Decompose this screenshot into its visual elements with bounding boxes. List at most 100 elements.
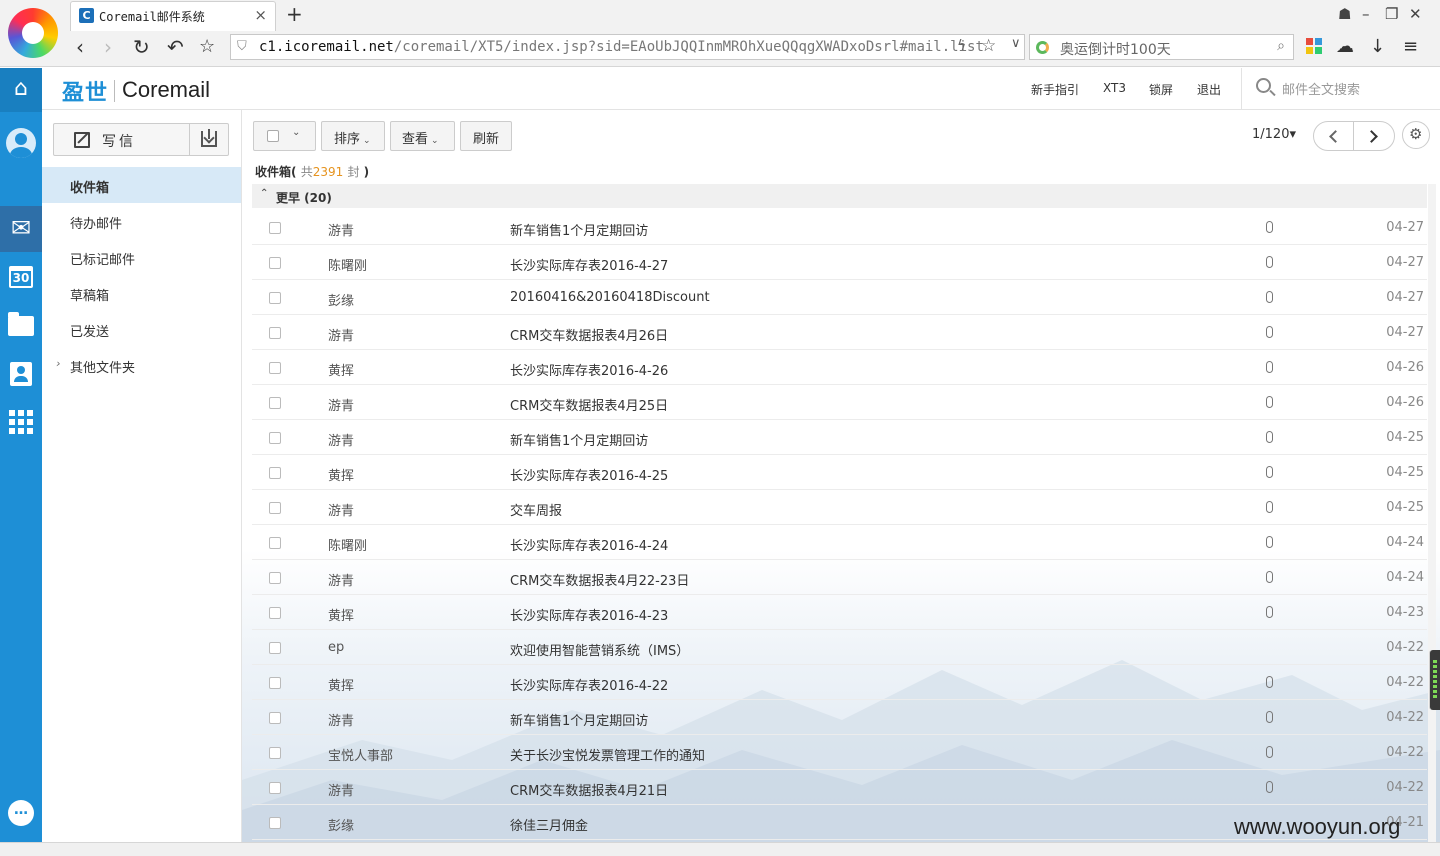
header-link-guide[interactable]: 新手指引 xyxy=(1031,81,1079,98)
volume-widget[interactable] xyxy=(1430,650,1440,710)
folder-icon[interactable] xyxy=(8,312,34,336)
next-page-button[interactable] xyxy=(1355,122,1395,150)
table-row[interactable]: 黄挥 长沙实际库存表2016-4-25 04-25 xyxy=(252,455,1427,490)
table-row[interactable]: 黄挥 长沙实际库存表2016-4-23 04-23 xyxy=(252,595,1427,630)
mail-subject[interactable]: 关于长沙宝悦发票管理工作的通知 xyxy=(510,745,705,764)
mail-subject[interactable]: 欢迎使用智能营销系统（IMS） xyxy=(510,640,689,659)
mail-subject[interactable]: 长沙实际库存表2016-4-25 xyxy=(510,465,668,484)
table-row[interactable]: ep 欢迎使用智能营销系统（IMS） 04-22 xyxy=(252,630,1427,665)
mail-subject[interactable]: CRM交车数据报表4月21日 xyxy=(510,780,668,799)
table-row[interactable]: 游青 新车销售1个月定期回访 04-25 xyxy=(252,420,1427,455)
undo-close-icon[interactable]: ↶ xyxy=(167,35,184,59)
group-header-earlier[interactable]: ⌃ 更早 (20) xyxy=(252,184,1427,208)
download-icon[interactable]: ↓ xyxy=(1370,36,1385,57)
close-window-icon[interactable]: ✕ xyxy=(1409,5,1422,23)
mail-subject[interactable]: 新车销售1个月定期回访 xyxy=(510,430,648,449)
row-checkbox[interactable] xyxy=(269,327,281,339)
rail-home[interactable]: ⌂ xyxy=(0,68,42,112)
sidebar-item-inbox[interactable]: 收件箱 xyxy=(42,167,241,203)
address-url[interactable]: c1.icoremail.net/coremail/XT5/index.jsp?… xyxy=(259,39,984,55)
refresh-button[interactable]: 刷新 xyxy=(460,121,512,151)
table-row[interactable]: 游青 CRM交车数据报表4月25日 04-26 xyxy=(252,385,1427,420)
mail-subject[interactable]: 新车销售1个月定期回访 xyxy=(510,710,648,729)
cloud-icon[interactable]: ☁ xyxy=(1336,36,1354,57)
chevron-down-icon[interactable]: ∨ xyxy=(1011,36,1021,51)
sidebar-item-sent[interactable]: 已发送 xyxy=(42,311,241,347)
sidebar-item-other-folders[interactable]: › 其他文件夹 xyxy=(42,347,241,383)
table-row[interactable]: 游青 交车周报 04-25 xyxy=(252,490,1427,525)
mail-subject[interactable]: CRM交车数据报表4月25日 xyxy=(510,395,668,414)
sidebar-item-flagged[interactable]: 已标记邮件 xyxy=(42,239,241,275)
mail-subject[interactable]: CRM交车数据报表4月26日 xyxy=(510,325,668,344)
row-checkbox[interactable] xyxy=(269,432,281,444)
search-icon[interactable] xyxy=(1256,78,1271,93)
row-checkbox[interactable] xyxy=(269,712,281,724)
reload-icon[interactable]: ↻ xyxy=(133,35,150,59)
row-checkbox[interactable] xyxy=(269,502,281,514)
mail-subject[interactable]: 长沙实际库存表2016-4-27 xyxy=(510,255,668,274)
header-link-xt3[interactable]: XT3 xyxy=(1103,81,1126,95)
list-settings-button[interactable]: ⚙ xyxy=(1402,121,1430,149)
table-row[interactable]: 游青 新车销售1个月定期回访 04-22 xyxy=(252,700,1427,735)
search-icon[interactable]: ⌕ xyxy=(1277,38,1285,54)
row-checkbox[interactable] xyxy=(269,677,281,689)
chevron-right-icon[interactable]: › xyxy=(56,357,60,370)
apps-grid-icon[interactable] xyxy=(1306,38,1322,54)
row-checkbox[interactable] xyxy=(269,782,281,794)
skin-icon[interactable]: ☗ xyxy=(1338,5,1351,23)
chevron-up-icon[interactable]: ⌃ xyxy=(260,188,268,199)
page-indicator[interactable]: 1/120▾ xyxy=(1252,127,1296,142)
mail-subject[interactable]: 20160416&20160418Discount xyxy=(510,290,710,305)
table-row[interactable]: 游青 CRM交车数据报表4月21日 04-22 xyxy=(252,770,1427,805)
new-tab-icon[interactable]: + xyxy=(286,2,303,26)
receive-mail-button[interactable] xyxy=(191,124,228,155)
browser-search-box[interactable]: 奥运倒计时100天 ⌕ xyxy=(1029,34,1294,60)
table-row[interactable]: 陈曙刚 长沙实际库存表2016-4-24 04-24 xyxy=(252,525,1427,560)
table-row[interactable]: 彭缘 20160416&20160418Discount 04-27 xyxy=(252,280,1427,315)
sidebar-item-todo[interactable]: 待办邮件 xyxy=(42,203,241,239)
browser-logo-icon[interactable] xyxy=(8,8,58,58)
back-icon[interactable]: ‹ xyxy=(76,35,84,59)
mail-subject[interactable]: 交车周报 xyxy=(510,500,562,519)
browser-tab[interactable]: C Coremail邮件系统 × xyxy=(70,1,276,31)
header-link-logout[interactable]: 退出 xyxy=(1197,81,1221,98)
select-all-dropdown[interactable]: ⌄ xyxy=(253,121,316,151)
avatar[interactable] xyxy=(6,128,36,158)
calendar-icon[interactable]: 30 xyxy=(9,266,33,288)
menu-icon[interactable]: ≡ xyxy=(1403,36,1418,57)
select-all-checkbox[interactable] xyxy=(267,130,279,142)
favorites-star-icon[interactable]: ☆ xyxy=(199,35,215,59)
mail-subject[interactable]: 长沙实际库存表2016-4-26 xyxy=(510,360,668,379)
mail-subject[interactable]: CRM交车数据报表4月22-23日 xyxy=(510,570,689,589)
row-checkbox[interactable] xyxy=(269,642,281,654)
sidebar-item-drafts[interactable]: 草稿箱 xyxy=(42,275,241,311)
table-row[interactable]: 宝悦人事部 关于长沙宝悦发票管理工作的通知 04-22 xyxy=(252,735,1427,770)
header-link-lock[interactable]: 锁屏 xyxy=(1149,81,1173,98)
scrollbar-track[interactable] xyxy=(1428,184,1436,842)
prev-page-button[interactable] xyxy=(1314,122,1354,150)
bookmark-star-icon[interactable]: ☆ xyxy=(981,36,996,56)
row-checkbox[interactable] xyxy=(269,572,281,584)
table-row[interactable]: 黄挥 长沙实际库存表2016-4-26 04-26 xyxy=(252,350,1427,385)
mail-subject[interactable]: 长沙实际库存表2016-4-24 xyxy=(510,535,668,554)
contacts-icon[interactable] xyxy=(10,362,32,386)
row-checkbox[interactable] xyxy=(269,747,281,759)
row-checkbox[interactable] xyxy=(269,537,281,549)
tab-close-icon[interactable]: × xyxy=(254,6,267,24)
minimize-icon[interactable]: – xyxy=(1362,5,1370,23)
row-checkbox[interactable] xyxy=(269,467,281,479)
apps-icon[interactable] xyxy=(9,410,33,434)
row-checkbox[interactable] xyxy=(269,257,281,269)
row-checkbox[interactable] xyxy=(269,222,281,234)
table-row[interactable]: 陈曙刚 长沙实际库存表2016-4-27 04-27 xyxy=(252,245,1427,280)
table-row[interactable]: 游青 CRM交车数据报表4月26日 04-27 xyxy=(252,315,1427,350)
table-row[interactable]: 黄挥 长沙实际库存表2016-4-22 04-22 xyxy=(252,665,1427,700)
mail-subject[interactable]: 长沙实际库存表2016-4-23 xyxy=(510,605,668,624)
view-button[interactable]: 查看 ⌄ xyxy=(390,121,455,151)
mail-subject[interactable]: 新车销售1个月定期回访 xyxy=(510,220,648,239)
compose-button[interactable]: 写信 xyxy=(54,124,190,155)
row-checkbox[interactable] xyxy=(269,607,281,619)
address-bar[interactable]: ⛉ c1.icoremail.net/coremail/XT5/index.js… xyxy=(230,34,1025,60)
mail-subject[interactable]: 徐佳三月佣金 xyxy=(510,815,588,834)
table-row[interactable]: 游青 新车销售1个月定期回访 04-27 xyxy=(252,210,1427,245)
